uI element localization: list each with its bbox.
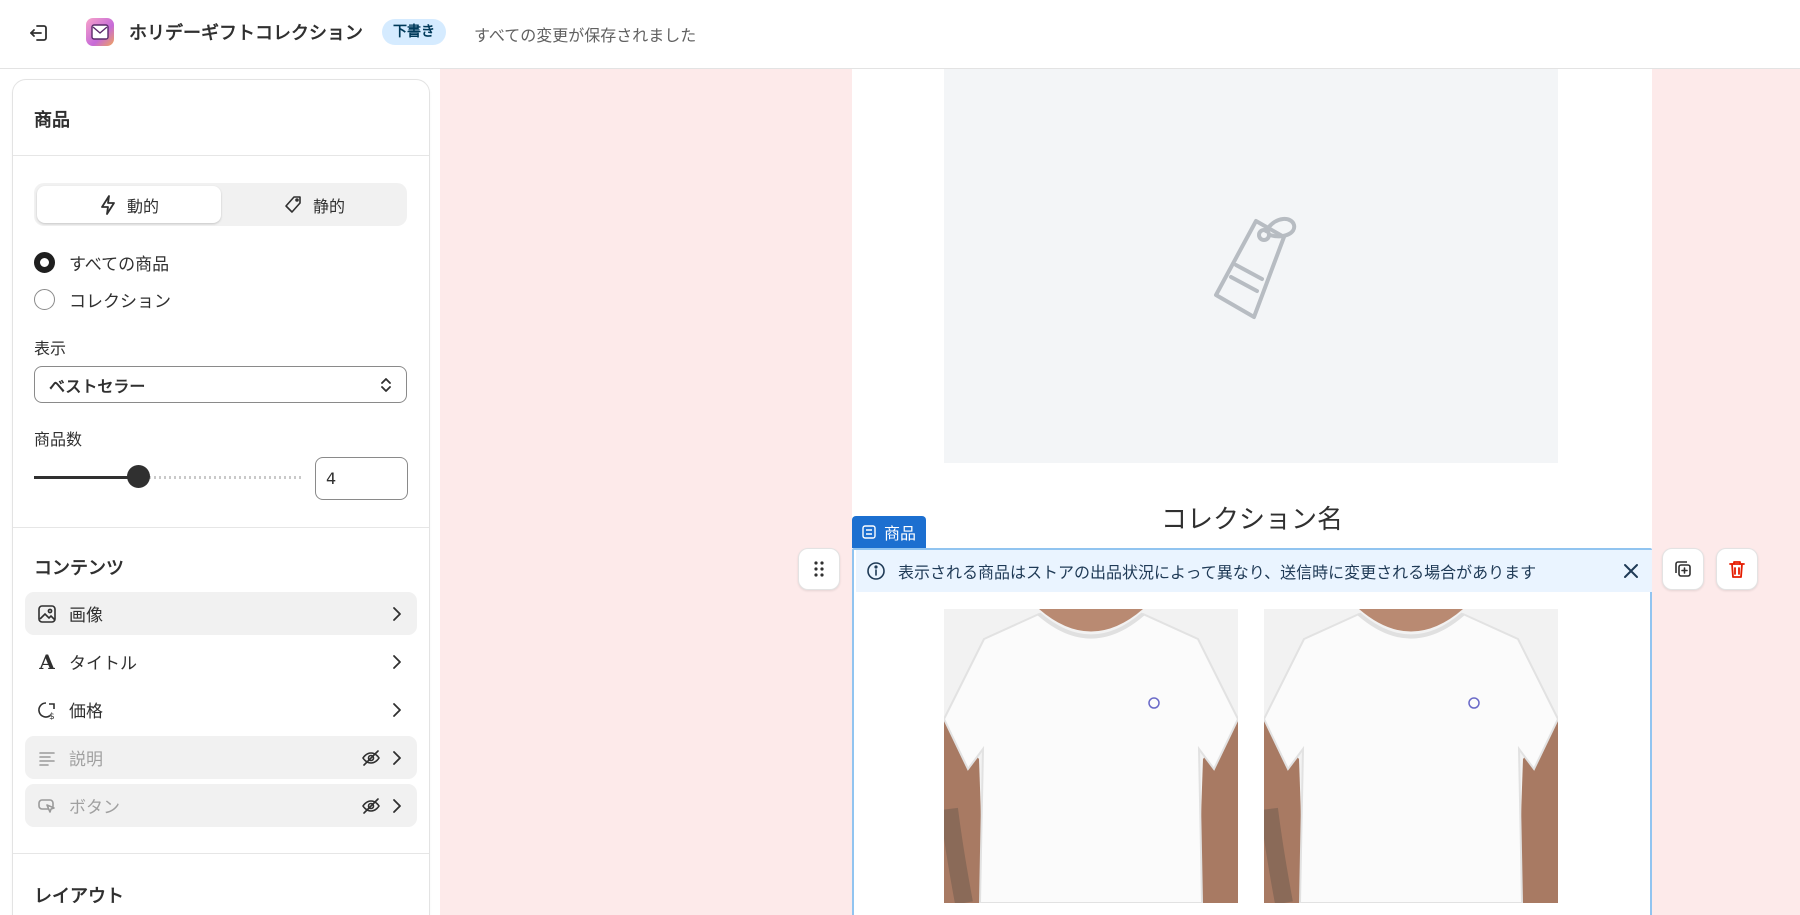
tab-static[interactable]: 静的 bbox=[222, 186, 406, 223]
product-image[interactable] bbox=[1264, 609, 1558, 903]
info-icon bbox=[866, 561, 886, 581]
panel-title: 商品 bbox=[13, 80, 429, 156]
content-item-button[interactable]: ボタン bbox=[25, 784, 417, 827]
collection-name-heading[interactable]: コレクション名 bbox=[852, 499, 1652, 536]
tab-static-label: 静的 bbox=[312, 196, 345, 216]
display-select-value: ベストセラー bbox=[49, 376, 146, 396]
radio-collection[interactable]: コレクション bbox=[34, 287, 171, 312]
duplicate-icon bbox=[1675, 561, 1691, 577]
collection-image-placeholder[interactable] bbox=[944, 69, 1558, 463]
chevron-right-icon bbox=[389, 798, 405, 814]
content-item-label: 説明 bbox=[69, 750, 103, 770]
top-bar: ホリデーギフトコレクション 下書き すべての変更が保存されました bbox=[0, 0, 1800, 69]
content-item-label: 画像 bbox=[69, 606, 103, 626]
email-app-icon bbox=[86, 18, 114, 46]
content-item-label: ボタン bbox=[69, 798, 120, 818]
eye-slash-icon[interactable] bbox=[361, 796, 381, 816]
trash-icon bbox=[1729, 561, 1745, 578]
content-item-description[interactable]: 説明 bbox=[25, 736, 417, 779]
paragraph-icon bbox=[37, 748, 57, 768]
radio-all-products-label: すべての商品 bbox=[69, 255, 170, 275]
divider bbox=[13, 853, 429, 854]
image-icon bbox=[37, 604, 57, 624]
drag-handle-button[interactable] bbox=[798, 548, 840, 590]
tag-placeholder-icon bbox=[1214, 217, 1297, 319]
chevron-right-icon bbox=[389, 702, 405, 718]
lightning-icon bbox=[101, 194, 115, 215]
cursor-button-icon bbox=[37, 796, 57, 816]
display-label: 表示 bbox=[34, 339, 67, 358]
product-block-tag-label: 商品 bbox=[884, 524, 917, 543]
mode-segmented-control: 動的 静的 bbox=[34, 183, 407, 226]
availability-notice: 表示される商品はストアの出品状況によって異なり、送信時に変更される場合があります bbox=[856, 550, 1652, 592]
delete-block-button[interactable] bbox=[1716, 548, 1758, 590]
close-icon[interactable] bbox=[1620, 560, 1642, 582]
tab-dynamic[interactable]: 動的 bbox=[37, 186, 221, 223]
chevron-right-icon bbox=[389, 750, 405, 766]
eye-slash-icon[interactable] bbox=[361, 748, 381, 768]
exit-icon bbox=[30, 25, 47, 41]
content-item-price[interactable]: $ 価格 bbox=[25, 688, 417, 731]
price-tag-icon: $ bbox=[37, 700, 57, 720]
slider-fill bbox=[34, 476, 138, 479]
display-select[interactable]: ベストセラー bbox=[34, 366, 407, 403]
product-grid-icon bbox=[862, 525, 876, 539]
content-item-label: 価格 bbox=[69, 702, 103, 722]
radio-all-products[interactable]: すべての商品 bbox=[34, 250, 169, 275]
content-item-label: タイトル bbox=[69, 654, 137, 674]
product-count-label: 商品数 bbox=[34, 430, 83, 449]
product-count-slider-track[interactable] bbox=[34, 476, 304, 479]
chevron-right-icon bbox=[389, 606, 405, 622]
exit-button[interactable] bbox=[24, 18, 54, 48]
save-status-text: すべての変更が保存されました bbox=[474, 26, 697, 45]
page-title: ホリデーギフトコレクション bbox=[129, 23, 363, 44]
notice-message: 表示される商品はストアの出品状況によって異なり、送信時に変更される場合があります bbox=[898, 563, 1537, 582]
radio-unchecked-indicator bbox=[34, 289, 55, 310]
product-count-input[interactable] bbox=[315, 457, 408, 500]
svg-text:$: $ bbox=[49, 712, 55, 720]
select-arrows-icon bbox=[381, 377, 391, 392]
product-count-slider-thumb[interactable] bbox=[127, 465, 150, 488]
layout-section-title: レイアウト bbox=[34, 886, 124, 907]
content-item-image[interactable]: 画像 bbox=[25, 592, 417, 635]
content-section-title: コンテンツ bbox=[34, 558, 124, 579]
radio-checked-indicator bbox=[34, 252, 55, 273]
content-item-title[interactable]: A タイトル bbox=[25, 640, 417, 683]
drag-handle-icon bbox=[814, 561, 824, 577]
radio-collection-label: コレクション bbox=[69, 292, 171, 312]
duplicate-block-button[interactable] bbox=[1662, 548, 1704, 590]
product-settings-panel: 商品 動的 静的 すべての商品 コレクション 表示 ベストセラー 商品数 コンテ… bbox=[12, 79, 430, 915]
product-block-tag[interactable]: 商品 bbox=[852, 516, 927, 548]
divider bbox=[13, 527, 429, 528]
text-icon: A bbox=[39, 649, 55, 674]
tab-dynamic-label: 動的 bbox=[126, 196, 159, 216]
chevron-right-icon bbox=[389, 654, 405, 670]
email-preview-canvas: コレクション名 商品 表示される商品はストアの出品状況によって異なり、送信時に変… bbox=[440, 69, 1800, 915]
product-image[interactable] bbox=[944, 609, 1238, 903]
email-body: コレクション名 商品 表示される商品はストアの出品状況によって異なり、送信時に変… bbox=[852, 69, 1652, 915]
tag-icon bbox=[285, 195, 301, 213]
status-badge: 下書き bbox=[382, 19, 446, 45]
